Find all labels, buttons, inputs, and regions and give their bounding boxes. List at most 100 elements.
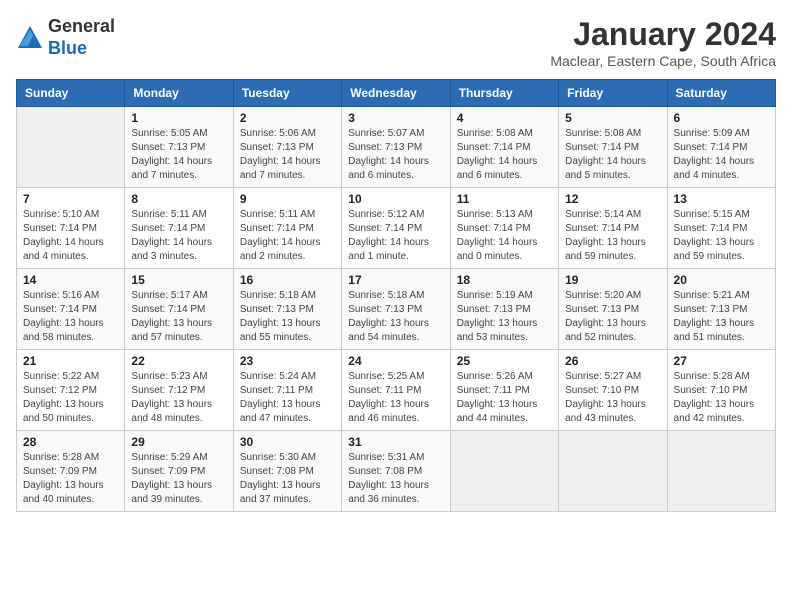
- day-number: 4: [457, 111, 552, 125]
- cell-info: Sunrise: 5:07 AM Sunset: 7:13 PM Dayligh…: [348, 127, 443, 183]
- day-number: 24: [348, 354, 443, 368]
- calendar-cell: 22 Sunrise: 5:23 AM Sunset: 7:12 PM Dayli…: [125, 350, 233, 431]
- cell-info: Sunrise: 5:13 AM Sunset: 7:14 PM Dayligh…: [457, 208, 552, 264]
- day-number: 2: [240, 111, 335, 125]
- calendar-cell: [667, 431, 775, 512]
- day-number: 3: [348, 111, 443, 125]
- day-number: 6: [674, 111, 769, 125]
- calendar-cell: 14 Sunrise: 5:16 AM Sunset: 7:14 PM Dayli…: [17, 269, 125, 350]
- day-number: 25: [457, 354, 552, 368]
- day-number: 20: [674, 273, 769, 287]
- calendar-table: SundayMondayTuesdayWednesdayThursdayFrid…: [16, 79, 776, 512]
- calendar-cell: 21 Sunrise: 5:22 AM Sunset: 7:12 PM Dayli…: [17, 350, 125, 431]
- logo-text: General Blue: [48, 16, 115, 59]
- cell-info: Sunrise: 5:25 AM Sunset: 7:11 PM Dayligh…: [348, 370, 443, 426]
- header-thursday: Thursday: [450, 80, 558, 107]
- cell-info: Sunrise: 5:26 AM Sunset: 7:11 PM Dayligh…: [457, 370, 552, 426]
- cell-info: Sunrise: 5:19 AM Sunset: 7:13 PM Dayligh…: [457, 289, 552, 345]
- calendar-cell: 17 Sunrise: 5:18 AM Sunset: 7:13 PM Dayli…: [342, 269, 450, 350]
- day-number: 8: [131, 192, 226, 206]
- day-number: 18: [457, 273, 552, 287]
- calendar-cell: 4Sunrise: 5:08 AM Sunset: 7:14 PM Daylig…: [450, 107, 558, 188]
- calendar-cell: 28 Sunrise: 5:28 AM Sunset: 7:09 PM Dayli…: [17, 431, 125, 512]
- calendar-cell: 24 Sunrise: 5:25 AM Sunset: 7:11 PM Dayli…: [342, 350, 450, 431]
- cell-info: Sunrise: 5:27 AM Sunset: 7:10 PM Dayligh…: [565, 370, 660, 426]
- calendar-cell: 1Sunrise: 5:05 AM Sunset: 7:13 PM Daylig…: [125, 107, 233, 188]
- cell-info: Sunrise: 5:11 AM Sunset: 7:14 PM Dayligh…: [131, 208, 226, 264]
- calendar-cell: 11Sunrise: 5:13 AM Sunset: 7:14 PM Dayli…: [450, 188, 558, 269]
- day-number: 19: [565, 273, 660, 287]
- day-number: 21: [23, 354, 118, 368]
- cell-info: Sunrise: 5:28 AM Sunset: 7:10 PM Dayligh…: [674, 370, 769, 426]
- calendar-cell: 29 Sunrise: 5:29 AM Sunset: 7:09 PM Dayli…: [125, 431, 233, 512]
- day-number: 30: [240, 435, 335, 449]
- day-number: 12: [565, 192, 660, 206]
- cell-info: Sunrise: 5:28 AM Sunset: 7:09 PM Dayligh…: [23, 451, 118, 507]
- cell-info: Sunrise: 5:30 AM Sunset: 7:08 PM Dayligh…: [240, 451, 335, 507]
- week-row-4: 21 Sunrise: 5:22 AM Sunset: 7:12 PM Dayli…: [17, 350, 776, 431]
- week-row-3: 14 Sunrise: 5:16 AM Sunset: 7:14 PM Dayli…: [17, 269, 776, 350]
- header-wednesday: Wednesday: [342, 80, 450, 107]
- day-number: 7: [23, 192, 118, 206]
- calendar-cell: 6 Sunrise: 5:09 AM Sunset: 7:14 PM Daylig…: [667, 107, 775, 188]
- cell-info: Sunrise: 5:29 AM Sunset: 7:09 PM Dayligh…: [131, 451, 226, 507]
- calendar-cell: 9 Sunrise: 5:11 AM Sunset: 7:14 PM Daylig…: [233, 188, 341, 269]
- cell-info: Sunrise: 5:16 AM Sunset: 7:14 PM Dayligh…: [23, 289, 118, 345]
- calendar-cell: 10 Sunrise: 5:12 AM Sunset: 7:14 PM Dayli…: [342, 188, 450, 269]
- cell-info: Sunrise: 5:12 AM Sunset: 7:14 PM Dayligh…: [348, 208, 443, 264]
- calendar-cell: 12 Sunrise: 5:14 AM Sunset: 7:14 PM Dayli…: [559, 188, 667, 269]
- calendar-cell: 27 Sunrise: 5:28 AM Sunset: 7:10 PM Dayli…: [667, 350, 775, 431]
- header-friday: Friday: [559, 80, 667, 107]
- cell-info: Sunrise: 5:24 AM Sunset: 7:11 PM Dayligh…: [240, 370, 335, 426]
- main-title: January 2024: [550, 16, 776, 53]
- calendar-cell: 8 Sunrise: 5:11 AM Sunset: 7:14 PM Daylig…: [125, 188, 233, 269]
- header: General Blue January 2024 Maclear, Easte…: [16, 16, 776, 69]
- header-sunday: Sunday: [17, 80, 125, 107]
- cell-info: Sunrise: 5:17 AM Sunset: 7:14 PM Dayligh…: [131, 289, 226, 345]
- calendar-cell: 23 Sunrise: 5:24 AM Sunset: 7:11 PM Dayli…: [233, 350, 341, 431]
- calendar-cell: 2 Sunrise: 5:06 AM Sunset: 7:13 PM Daylig…: [233, 107, 341, 188]
- cell-info: Sunrise: 5:31 AM Sunset: 7:08 PM Dayligh…: [348, 451, 443, 507]
- cell-info: Sunrise: 5:22 AM Sunset: 7:12 PM Dayligh…: [23, 370, 118, 426]
- calendar-cell: 19 Sunrise: 5:20 AM Sunset: 7:13 PM Dayli…: [559, 269, 667, 350]
- cell-info: Sunrise: 5:11 AM Sunset: 7:14 PM Dayligh…: [240, 208, 335, 264]
- day-number: 1: [131, 111, 226, 125]
- cell-info: Sunrise: 5:15 AM Sunset: 7:14 PM Dayligh…: [674, 208, 769, 264]
- cell-info: Sunrise: 5:09 AM Sunset: 7:14 PM Dayligh…: [674, 127, 769, 183]
- day-number: 9: [240, 192, 335, 206]
- day-number: 31: [348, 435, 443, 449]
- calendar-cell: 3 Sunrise: 5:07 AM Sunset: 7:13 PM Daylig…: [342, 107, 450, 188]
- cell-info: Sunrise: 5:21 AM Sunset: 7:13 PM Dayligh…: [674, 289, 769, 345]
- day-number: 17: [348, 273, 443, 287]
- calendar-cell: [17, 107, 125, 188]
- week-row-5: 28 Sunrise: 5:28 AM Sunset: 7:09 PM Dayli…: [17, 431, 776, 512]
- day-number: 28: [23, 435, 118, 449]
- day-number: 23: [240, 354, 335, 368]
- calendar-cell: 16 Sunrise: 5:18 AM Sunset: 7:13 PM Dayli…: [233, 269, 341, 350]
- calendar-cell: 31 Sunrise: 5:31 AM Sunset: 7:08 PM Dayli…: [342, 431, 450, 512]
- day-number: 22: [131, 354, 226, 368]
- day-number: 14: [23, 273, 118, 287]
- day-number: 16: [240, 273, 335, 287]
- cell-info: Sunrise: 5:14 AM Sunset: 7:14 PM Dayligh…: [565, 208, 660, 264]
- calendar-cell: 20 Sunrise: 5:21 AM Sunset: 7:13 PM Dayli…: [667, 269, 775, 350]
- week-row-1: 1Sunrise: 5:05 AM Sunset: 7:13 PM Daylig…: [17, 107, 776, 188]
- day-number: 13: [674, 192, 769, 206]
- calendar-header-row: SundayMondayTuesdayWednesdayThursdayFrid…: [17, 80, 776, 107]
- header-tuesday: Tuesday: [233, 80, 341, 107]
- cell-info: Sunrise: 5:23 AM Sunset: 7:12 PM Dayligh…: [131, 370, 226, 426]
- cell-info: Sunrise: 5:20 AM Sunset: 7:13 PM Dayligh…: [565, 289, 660, 345]
- day-number: 29: [131, 435, 226, 449]
- day-number: 27: [674, 354, 769, 368]
- cell-info: Sunrise: 5:18 AM Sunset: 7:13 PM Dayligh…: [240, 289, 335, 345]
- calendar-cell: 26Sunrise: 5:27 AM Sunset: 7:10 PM Dayli…: [559, 350, 667, 431]
- calendar-cell: [559, 431, 667, 512]
- day-number: 10: [348, 192, 443, 206]
- week-row-2: 7Sunrise: 5:10 AM Sunset: 7:14 PM Daylig…: [17, 188, 776, 269]
- logo: General Blue: [16, 16, 115, 59]
- calendar-cell: 25 Sunrise: 5:26 AM Sunset: 7:11 PM Dayli…: [450, 350, 558, 431]
- calendar-cell: 18 Sunrise: 5:19 AM Sunset: 7:13 PM Dayli…: [450, 269, 558, 350]
- cell-info: Sunrise: 5:06 AM Sunset: 7:13 PM Dayligh…: [240, 127, 335, 183]
- calendar-cell: [450, 431, 558, 512]
- cell-info: Sunrise: 5:18 AM Sunset: 7:13 PM Dayligh…: [348, 289, 443, 345]
